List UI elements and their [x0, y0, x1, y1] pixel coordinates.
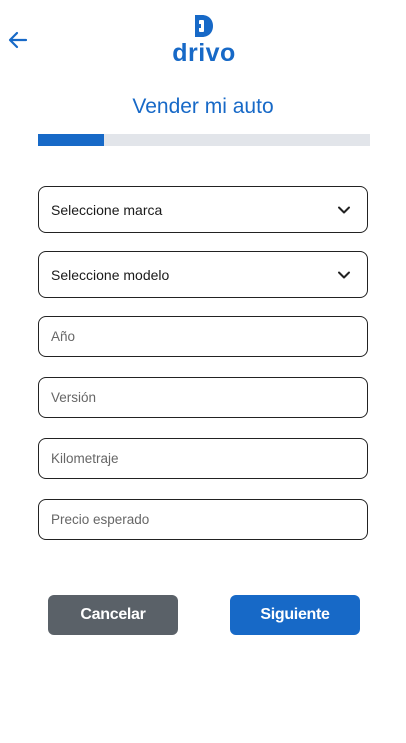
price-input[interactable]: Precio esperado — [38, 499, 368, 540]
logo-wordmark: drivo — [172, 39, 236, 67]
year-input[interactable]: Año — [38, 316, 368, 357]
brand-select[interactable]: Seleccione marca — [38, 186, 368, 233]
brand-select-value: Seleccione marca — [51, 201, 163, 218]
mileage-input-placeholder: Kilometraje — [51, 451, 119, 466]
price-input-placeholder: Precio esperado — [51, 512, 150, 527]
back-button[interactable] — [6, 28, 30, 52]
progress-bar — [38, 134, 370, 146]
version-input[interactable]: Versión — [38, 377, 368, 418]
year-input-placeholder: Año — [51, 329, 76, 344]
page-title: Vender mi auto — [132, 95, 274, 118]
progress-bar-fill — [38, 134, 105, 146]
mileage-input[interactable]: Kilometraje — [38, 438, 368, 479]
model-select[interactable]: Seleccione modelo — [38, 251, 368, 298]
cancel-button[interactable]: Cancelar — [48, 595, 178, 635]
drivo-logo: drivo — [171, 14, 237, 67]
model-select-value: Seleccione modelo — [51, 266, 170, 283]
arrow-left-icon — [8, 31, 28, 49]
version-input-placeholder: Versión — [51, 390, 97, 405]
chevron-down-icon — [338, 206, 350, 213]
next-button[interactable]: Siguiente — [230, 595, 360, 635]
drivo-logo-mark-icon — [195, 15, 213, 37]
chevron-down-icon — [338, 271, 350, 278]
